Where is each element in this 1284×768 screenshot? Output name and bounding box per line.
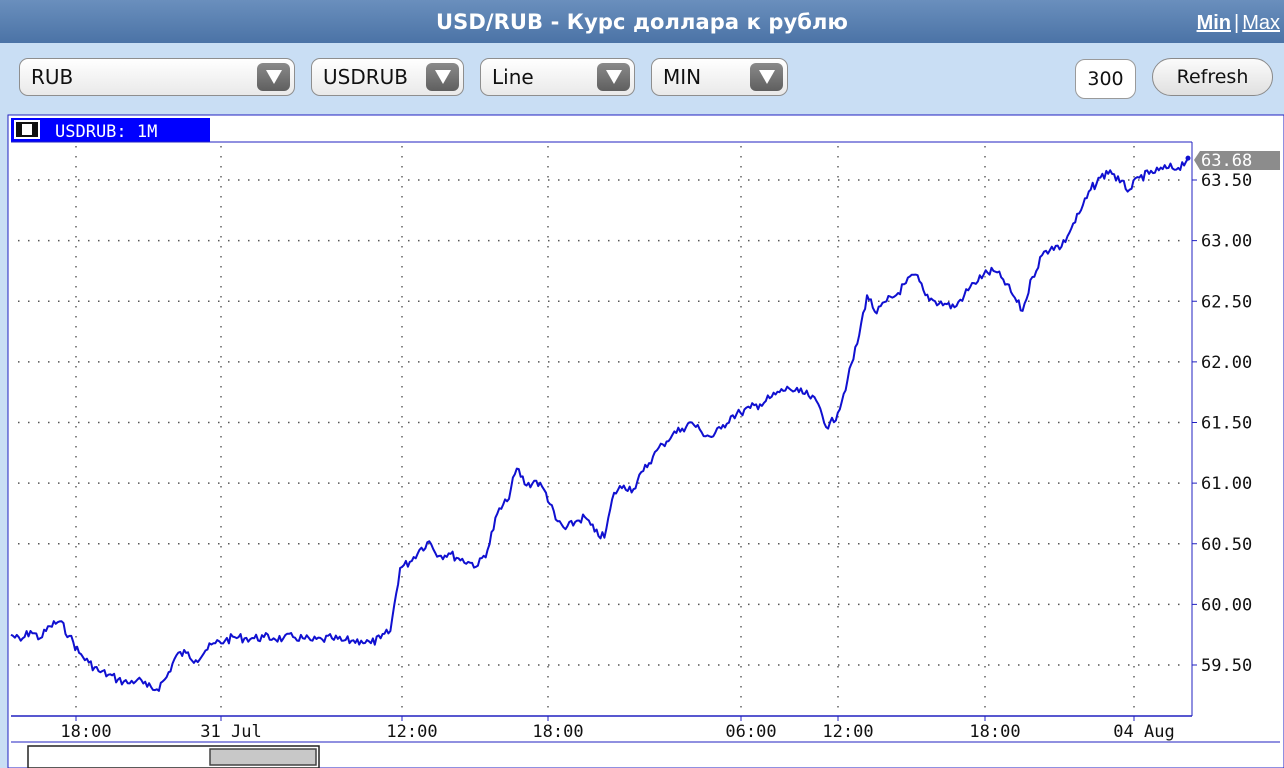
x-tick-label: 18:00 bbox=[532, 722, 583, 742]
y-tick-label: 63.50 bbox=[1201, 171, 1252, 191]
x-tick-label: 18:00 bbox=[60, 722, 111, 742]
last-price-label: 63.68 bbox=[1201, 151, 1252, 171]
x-tick-label: 12:00 bbox=[822, 722, 873, 742]
x-tick-label: 06:00 bbox=[725, 722, 776, 742]
y-tick-label: 60.00 bbox=[1201, 595, 1252, 615]
chart-panel bbox=[8, 115, 1284, 768]
x-tick-label: 04 Aug bbox=[1113, 722, 1174, 742]
x-tick-label: 18:00 bbox=[969, 722, 1020, 742]
y-tick-label: 59.50 bbox=[1201, 656, 1252, 676]
y-tick-label: 62.00 bbox=[1201, 353, 1252, 373]
y-tick-label: 62.50 bbox=[1201, 292, 1252, 312]
y-tick-label: 63.00 bbox=[1201, 232, 1252, 252]
x-tick-label: 12:00 bbox=[386, 722, 437, 742]
y-tick-label: 60.50 bbox=[1201, 535, 1252, 555]
y-tick-label: 61.50 bbox=[1201, 414, 1252, 434]
x-tick-label: 31 Jul bbox=[200, 722, 261, 742]
price-chart: USDRUB: 1M 59.50 60.00 60.50 61.00 61.50 62.0… bbox=[7, 114, 1284, 768]
chart-title: USDRUB: 1M bbox=[55, 122, 157, 142]
chart-area: USDRUB: 1M 59.50 60.00 60.50 61.00 61.50 62.0… bbox=[0, 0, 1284, 768]
chart-tab-icon-inner bbox=[22, 124, 32, 135]
scrollbar-thumb[interactable] bbox=[209, 748, 317, 766]
last-point-marker bbox=[1185, 155, 1191, 161]
y-axis: 59.50 60.00 60.50 61.00 61.50 62.00 62.50 63.00… bbox=[1192, 171, 1252, 676]
y-tick-label: 61.00 bbox=[1201, 474, 1252, 494]
